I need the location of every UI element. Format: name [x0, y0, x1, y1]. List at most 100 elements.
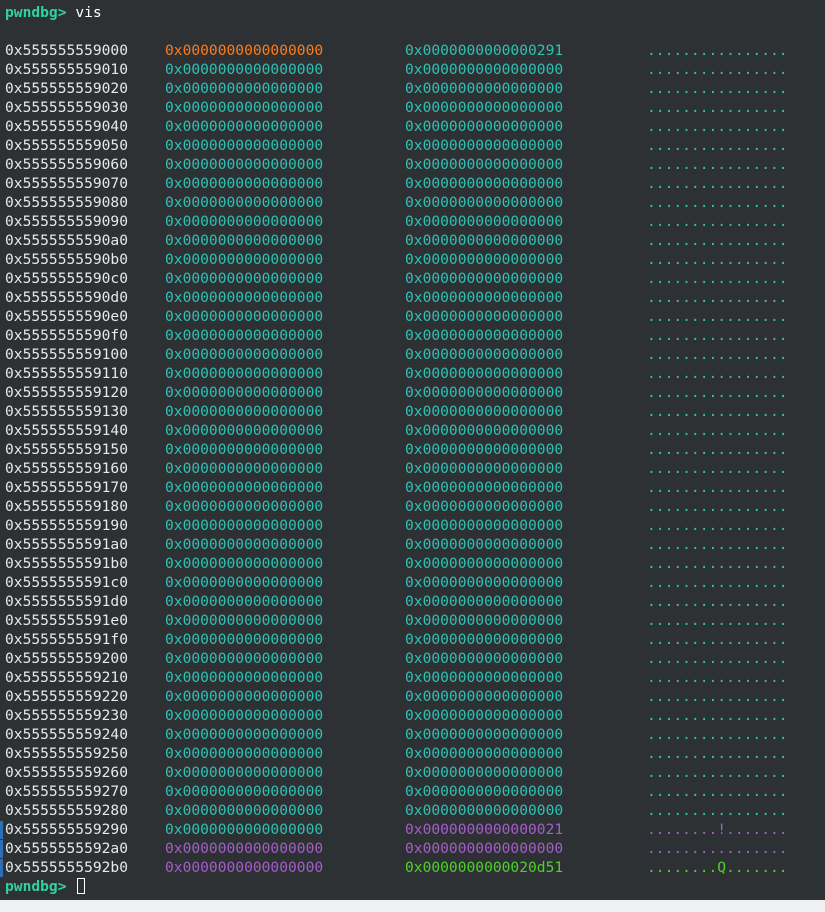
qword-1: 0x0000000000000000 — [165, 194, 324, 211]
row-address: 0x555555559050 — [5, 137, 129, 154]
qword-1: 0x0000000000000000 — [165, 422, 324, 439]
ascii-dump: ................ — [647, 840, 788, 857]
qword-1: 0x0000000000000000 — [165, 631, 324, 648]
ascii-dump: ................ — [647, 365, 788, 382]
qword-1: 0x0000000000000000 — [165, 726, 324, 743]
row-address: 0x555555559260 — [5, 764, 129, 781]
ascii-dump: ................ — [647, 441, 788, 458]
qword-1: 0x0000000000000000 — [165, 232, 324, 249]
heap-row: 0x555555559240 0x0000000000000000 0x000000… — [5, 725, 820, 744]
qword-1: 0x0000000000000000 — [165, 137, 324, 154]
prompt-label: pwndbg> — [5, 4, 67, 21]
ascii-dump: ................ — [647, 631, 788, 648]
ascii-dump: ........!....... — [647, 821, 788, 838]
qword-1: 0x0000000000000000 — [165, 80, 324, 97]
chunk-marker — [0, 840, 3, 858]
row-address: 0x555555559240 — [5, 726, 129, 743]
heap-row: 0x555555559090 0x0000000000000000 0x000000… — [5, 212, 820, 231]
heap-row: 0x555555559270 0x0000000000000000 0x000000… — [5, 782, 820, 801]
ascii-dump: ................ — [647, 308, 788, 325]
ascii-dump: ................ — [647, 327, 788, 344]
heap-row: 0x555555559200 0x0000000000000000 0x000000… — [5, 649, 820, 668]
qword-1: 0x0000000000000000 — [165, 384, 324, 401]
row-address: 0x5555555590f0 — [5, 327, 129, 344]
row-address: 0x5555555590a0 — [5, 232, 129, 249]
heap-row: 0x555555559130 0x0000000000000000 0x000000… — [5, 402, 820, 421]
qword-1: 0x0000000000000000 — [165, 251, 324, 268]
ascii-dump: ................ — [647, 707, 788, 724]
text-cursor[interactable] — [77, 878, 86, 894]
ascii-dump: ................ — [647, 802, 788, 819]
row-address: 0x5555555591a0 — [5, 536, 129, 553]
qword-2: 0x0000000000000000 — [405, 422, 564, 439]
ascii-dump: ........Q....... — [647, 859, 788, 876]
qword-2: 0x0000000000000000 — [405, 764, 564, 781]
row-address: 0x555555559170 — [5, 479, 129, 496]
heap-row: 0x5555555591f0 0x0000000000000000 0x000000… — [5, 630, 820, 649]
heap-row: 0x555555559180 0x0000000000000000 0x000000… — [5, 497, 820, 516]
qword-1: 0x0000000000000000 — [165, 175, 324, 192]
row-address: 0x555555559220 — [5, 688, 129, 705]
row-address: 0x555555559130 — [5, 403, 129, 420]
qword-1: 0x0000000000000000 — [165, 403, 324, 420]
heap-row: 0x5555555592a0 0x0000000000000000 0x000000… — [5, 839, 820, 858]
row-address: 0x5555555590d0 — [5, 289, 129, 306]
ascii-dump: ................ — [647, 270, 788, 287]
ascii-dump: ................ — [647, 536, 788, 553]
heap-row: 0x555555559190 0x0000000000000000 0x000000… — [5, 516, 820, 535]
qword-1: 0x0000000000000000 — [165, 213, 324, 230]
qword-1: 0x0000000000000000 — [165, 156, 324, 173]
row-address: 0x555555559270 — [5, 783, 129, 800]
qword-1: 0x0000000000000000 — [165, 498, 324, 515]
row-address: 0x555555559120 — [5, 384, 129, 401]
qword-2: 0x0000000000000000 — [405, 175, 564, 192]
qword-1: 0x0000000000000000 — [165, 289, 324, 306]
input-line[interactable]: pwndbg> — [5, 877, 86, 896]
qword-2: 0x0000000000000000 — [405, 669, 564, 686]
heap-row: 0x5555555590e0 0x0000000000000000 0x000000… — [5, 307, 820, 326]
ascii-dump: ................ — [647, 232, 788, 249]
command-line: pwndbg> vis — [5, 3, 102, 22]
qword-1: 0x0000000000000000 — [165, 42, 324, 59]
row-address: 0x555555559190 — [5, 517, 129, 534]
qword-2: 0x0000000000000000 — [405, 650, 564, 667]
row-address: 0x555555559290 — [5, 821, 129, 838]
terminal-window[interactable]: pwndbg> vis 0x555555559000 0x000000000000… — [0, 0, 825, 912]
heap-row: 0x5555555590d0 0x0000000000000000 0x000000… — [5, 288, 820, 307]
qword-1: 0x0000000000000000 — [165, 441, 324, 458]
ascii-dump: ................ — [647, 764, 788, 781]
qword-1: 0x0000000000000000 — [165, 479, 324, 496]
row-address: 0x5555555590e0 — [5, 308, 129, 325]
ascii-dump: ................ — [647, 384, 788, 401]
qword-2: 0x0000000000000000 — [405, 802, 564, 819]
qword-1: 0x0000000000000000 — [165, 745, 324, 762]
heap-row: 0x555555559080 0x0000000000000000 0x000000… — [5, 193, 820, 212]
ascii-dump: ................ — [647, 42, 788, 59]
prompt-label: pwndbg> — [5, 878, 67, 895]
heap-row: 0x555555559010 0x0000000000000000 0x000000… — [5, 60, 820, 79]
qword-2: 0x0000000000000000 — [405, 308, 564, 325]
ascii-dump: ................ — [647, 745, 788, 762]
row-address: 0x555555559110 — [5, 365, 129, 382]
qword-2: 0x0000000000000000 — [405, 517, 564, 534]
qword-2: 0x0000000000000000 — [405, 289, 564, 306]
heap-row: 0x5555555591d0 0x0000000000000000 0x000000… — [5, 592, 820, 611]
row-address: 0x555555559140 — [5, 422, 129, 439]
row-address: 0x555555559210 — [5, 669, 129, 686]
qword-2: 0x0000000000000000 — [405, 194, 564, 211]
ascii-dump: ................ — [647, 118, 788, 135]
heap-row: 0x5555555590a0 0x0000000000000000 0x000000… — [5, 231, 820, 250]
ascii-dump: ................ — [647, 80, 788, 97]
heap-row: 0x555555559140 0x0000000000000000 0x000000… — [5, 421, 820, 440]
qword-1: 0x0000000000000000 — [165, 821, 324, 838]
qword-2: 0x0000000000000000 — [405, 232, 564, 249]
qword-2: 0x0000000000000000 — [405, 460, 564, 477]
ascii-dump: ................ — [647, 688, 788, 705]
qword-2: 0x0000000000000000 — [405, 270, 564, 287]
qword-1: 0x0000000000000000 — [165, 270, 324, 287]
qword-2: 0x0000000000000000 — [405, 213, 564, 230]
qword-2: 0x0000000000000000 — [405, 840, 564, 857]
row-address: 0x555555559200 — [5, 650, 129, 667]
qword-1: 0x0000000000000000 — [165, 650, 324, 667]
ascii-dump: ................ — [647, 650, 788, 667]
